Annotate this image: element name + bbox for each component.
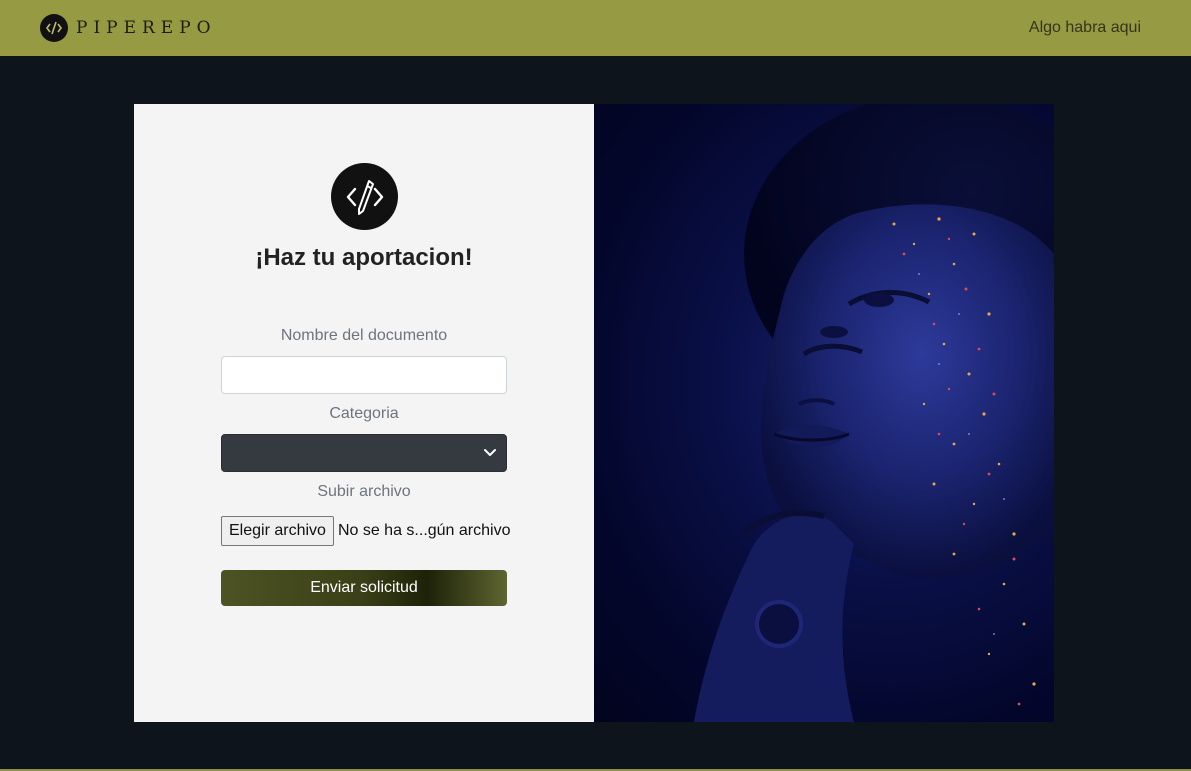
form-title: ¡Haz tu aportacion! <box>255 244 473 271</box>
portrait-illustration <box>694 104 1054 722</box>
document-name-input[interactable] <box>221 356 507 394</box>
brand-name: PIPEREPO <box>76 18 217 38</box>
upload-label: Subir archivo <box>317 483 411 500</box>
category-select[interactable] <box>221 434 507 472</box>
top-navbar: PIPEREPO Algo habra aqui <box>0 0 1191 56</box>
file-input: Elegir archivo No se ha s...gún archivo <box>221 516 510 546</box>
form-panel: ¡Haz tu aportacion! Nombre del documento… <box>134 104 594 722</box>
code-pencil-icon <box>331 163 398 230</box>
contribution-card: ¡Haz tu aportacion! Nombre del documento… <box>134 104 1054 722</box>
file-status-text: No se ha s...gún archivo <box>337 522 511 539</box>
category-label: Categoria <box>329 405 399 422</box>
choose-file-button[interactable]: Elegir archivo <box>221 516 334 546</box>
nav-link-algo[interactable]: Algo habra aqui <box>1029 19 1141 37</box>
portrait-photo <box>594 104 1054 722</box>
brand-link[interactable]: PIPEREPO <box>40 14 217 42</box>
chevron-down-icon <box>484 449 496 456</box>
document-name-label: Nombre del documento <box>280 327 448 344</box>
submit-request-button[interactable]: Enviar solicitud <box>221 570 507 606</box>
code-logo-icon <box>40 14 68 42</box>
